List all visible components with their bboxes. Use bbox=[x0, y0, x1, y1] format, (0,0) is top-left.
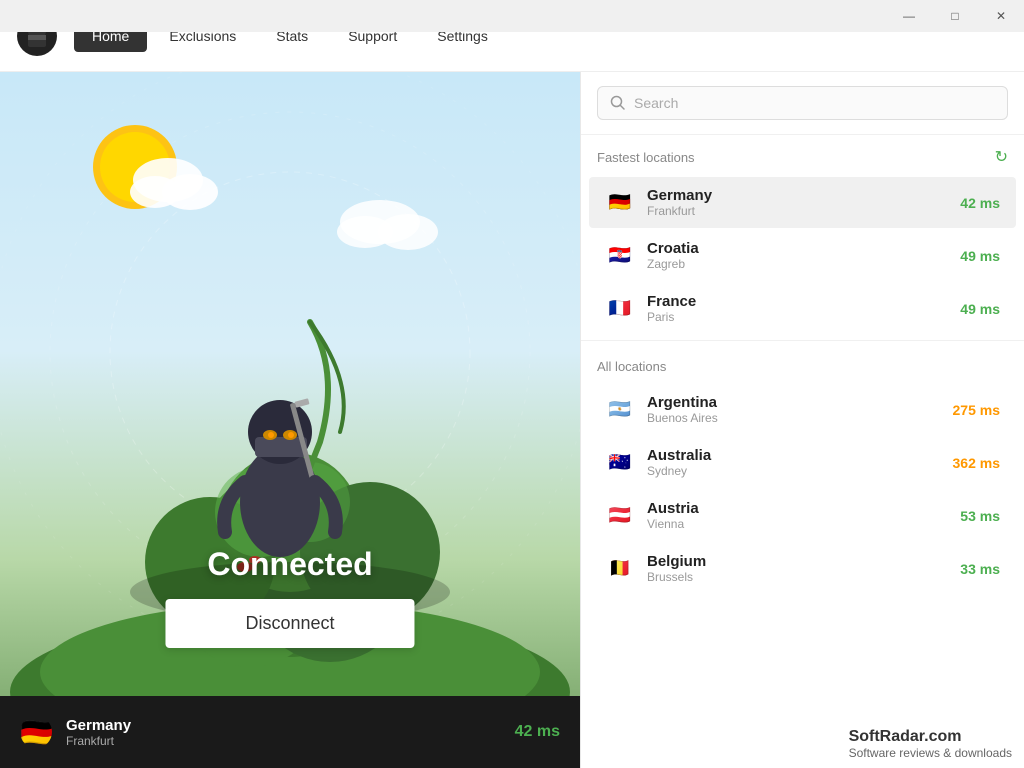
fastest-section-title: Fastest locations bbox=[597, 150, 695, 165]
location-name-germany: Germany bbox=[647, 187, 948, 204]
location-item-belgium[interactable]: 🇧🇪 Belgium Brussels 33 ms bbox=[589, 543, 1016, 594]
search-box bbox=[597, 86, 1008, 120]
flag-croatia: 🇭🇷 bbox=[605, 241, 635, 271]
status-city: Frankfurt bbox=[66, 734, 501, 748]
location-details-france: France Paris bbox=[647, 293, 948, 324]
scene-illustration bbox=[0, 72, 580, 768]
location-city-paris: Paris bbox=[647, 310, 948, 324]
location-city-buenosaires: Buenos Aires bbox=[647, 411, 941, 425]
status-bar: 🇩🇪 Germany Frankfurt 42 ms bbox=[0, 696, 580, 768]
location-city-zagreb: Zagreb bbox=[647, 257, 948, 271]
location-city-sydney: Sydney bbox=[647, 464, 941, 478]
flag-australia: 🇦🇺 bbox=[605, 448, 635, 478]
flag-austria: 🇦🇹 bbox=[605, 501, 635, 531]
fastest-section-header: Fastest locations ↻ bbox=[581, 135, 1024, 175]
search-icon bbox=[610, 95, 626, 111]
location-item-australia[interactable]: 🇦🇺 Australia Sydney 362 ms bbox=[589, 437, 1016, 488]
status-flag: 🇩🇪 bbox=[20, 716, 52, 748]
close-button[interactable]: ✕ bbox=[978, 0, 1024, 32]
status-country: Germany bbox=[66, 717, 501, 734]
location-name-australia: Australia bbox=[647, 447, 941, 464]
all-section-header: All locations bbox=[581, 347, 1024, 382]
location-item-austria[interactable]: 🇦🇹 Austria Vienna 53 ms bbox=[589, 490, 1016, 541]
location-name-austria: Austria bbox=[647, 500, 948, 517]
location-city-vienna: Vienna bbox=[647, 517, 948, 531]
location-ms-germany: 42 ms bbox=[960, 195, 1000, 211]
status-info: Germany Frankfurt bbox=[66, 717, 501, 748]
right-panel: Fastest locations ↻ 🇩🇪 Germany Frankfurt… bbox=[580, 72, 1024, 768]
flag-argentina: 🇦🇷 bbox=[605, 395, 635, 425]
location-ms-croatia: 49 ms bbox=[960, 248, 1000, 264]
location-ms-belgium: 33 ms bbox=[960, 561, 1000, 577]
location-details-germany: Germany Frankfurt bbox=[647, 187, 948, 218]
search-container bbox=[581, 72, 1024, 135]
flag-belgium: 🇧🇪 bbox=[605, 554, 635, 584]
location-item-argentina[interactable]: 🇦🇷 Argentina Buenos Aires 275 ms bbox=[589, 384, 1016, 435]
location-ms-argentina: 275 ms bbox=[953, 402, 1000, 418]
left-panel: Connected Disconnect 🇩🇪 Germany Frankfur… bbox=[0, 72, 580, 768]
location-city-brussels: Brussels bbox=[647, 570, 948, 584]
location-ms-austria: 53 ms bbox=[960, 508, 1000, 524]
location-city-frankfurt: Frankfurt bbox=[647, 204, 948, 218]
flag-germany: 🇩🇪 bbox=[605, 188, 635, 218]
location-details-croatia: Croatia Zagreb bbox=[647, 240, 948, 271]
location-details-australia: Australia Sydney bbox=[647, 447, 941, 478]
connected-status-text: Connected bbox=[207, 546, 372, 583]
search-input[interactable] bbox=[634, 95, 995, 111]
maximize-button[interactable]: □ bbox=[932, 0, 978, 32]
location-details-belgium: Belgium Brussels bbox=[647, 553, 948, 584]
location-name-croatia: Croatia bbox=[647, 240, 948, 257]
location-name-belgium: Belgium bbox=[647, 553, 948, 570]
location-details-argentina: Argentina Buenos Aires bbox=[647, 394, 941, 425]
all-section-title: All locations bbox=[597, 359, 666, 374]
refresh-button[interactable]: ↻ bbox=[995, 147, 1008, 167]
flag-france: 🇫🇷 bbox=[605, 294, 635, 324]
location-name-argentina: Argentina bbox=[647, 394, 941, 411]
location-item-germany[interactable]: 🇩🇪 Germany Frankfurt 42 ms bbox=[589, 177, 1016, 228]
location-ms-australia: 362 ms bbox=[953, 455, 1000, 471]
location-item-croatia[interactable]: 🇭🇷 Croatia Zagreb 49 ms bbox=[589, 230, 1016, 281]
location-details-austria: Austria Vienna bbox=[647, 500, 948, 531]
titlebar: — □ ✕ bbox=[0, 0, 1024, 32]
location-item-france[interactable]: 🇫🇷 France Paris 49 ms bbox=[589, 283, 1016, 334]
divider-1 bbox=[581, 340, 1024, 341]
status-latency: 42 ms bbox=[515, 723, 560, 741]
disconnect-button[interactable]: Disconnect bbox=[165, 599, 414, 648]
minimize-button[interactable]: — bbox=[886, 0, 932, 32]
location-ms-france: 49 ms bbox=[960, 301, 1000, 317]
location-name-france: France bbox=[647, 293, 948, 310]
